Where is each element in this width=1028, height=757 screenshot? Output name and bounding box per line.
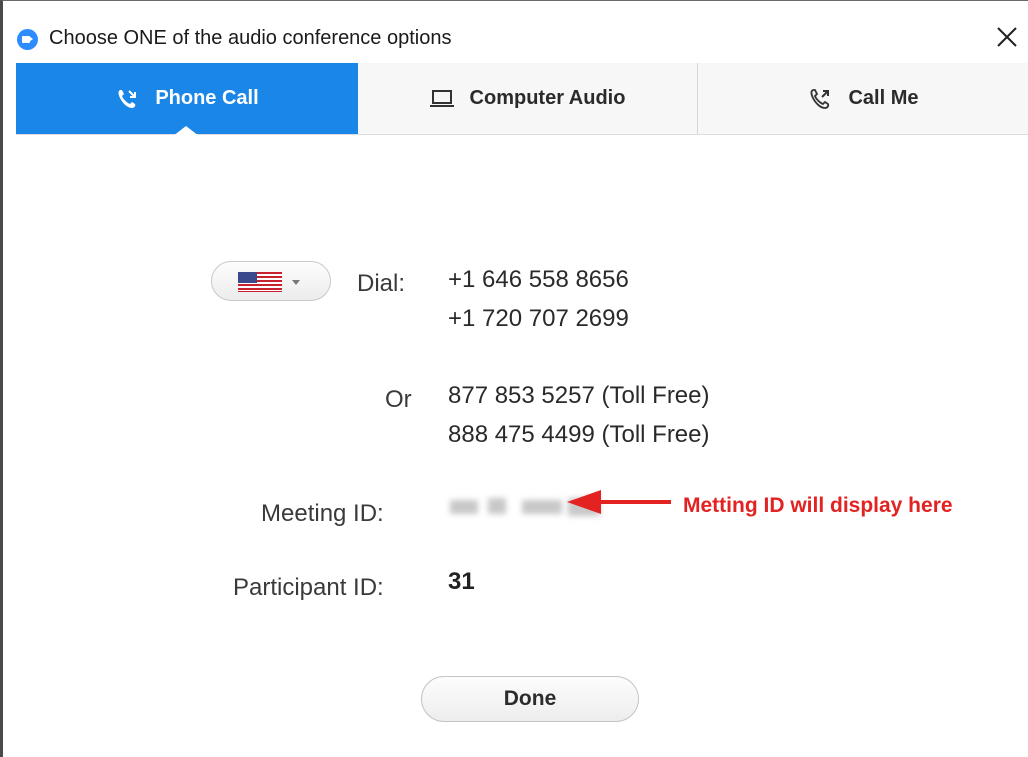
phone-call-panel: Dial: +1 646 558 8656 +1 720 707 2699 Or… [3,136,1028,757]
title-bar: Choose ONE of the audio conference optio… [3,1,1028,63]
participant-id-value: 31 [448,568,475,595]
dial-number: +1 646 558 8656 [448,266,629,293]
dial-label: Dial: [357,270,406,297]
meeting-id-annotation: Metting ID will display here [683,494,953,517]
us-flag-icon [238,272,282,292]
or-label: Or [385,386,412,413]
tab-label-phone-call: Phone Call [155,87,259,109]
active-tab-pointer [173,126,199,136]
participant-id-label: Participant ID: [233,574,384,601]
annotation-arrow-icon [567,490,671,514]
done-button[interactable]: Done [421,676,639,722]
tab-call-me[interactable]: Call Me [699,63,1028,134]
tab-computer-audio[interactable]: Computer Audio [358,63,698,134]
audio-option-tabs: Phone Call Computer Audio Call Me [16,63,1028,136]
close-icon [997,27,1017,47]
toll-free-number: 888 475 4499 (Toll Free) [448,421,710,448]
country-selector[interactable] [211,261,331,301]
audio-conference-dialog: Choose ONE of the audio conference optio… [0,0,1028,757]
chevron-down-icon [292,280,300,285]
window-title: Choose ONE of the audio conference optio… [49,27,452,49]
zoom-app-icon [17,29,38,50]
tab-label-computer-audio: Computer Audio [469,87,626,109]
phone-icon [808,87,832,111]
laptop-icon [429,89,454,109]
toll-free-number: 877 853 5257 (Toll Free) [448,382,710,409]
close-button[interactable] [992,21,1022,55]
phone-icon [115,87,139,111]
tab-label-call-me: Call Me [848,87,919,109]
meeting-id-label: Meeting ID: [261,500,384,527]
dial-number: +1 720 707 2699 [448,305,629,332]
tab-phone-call[interactable]: Phone Call [16,63,358,134]
